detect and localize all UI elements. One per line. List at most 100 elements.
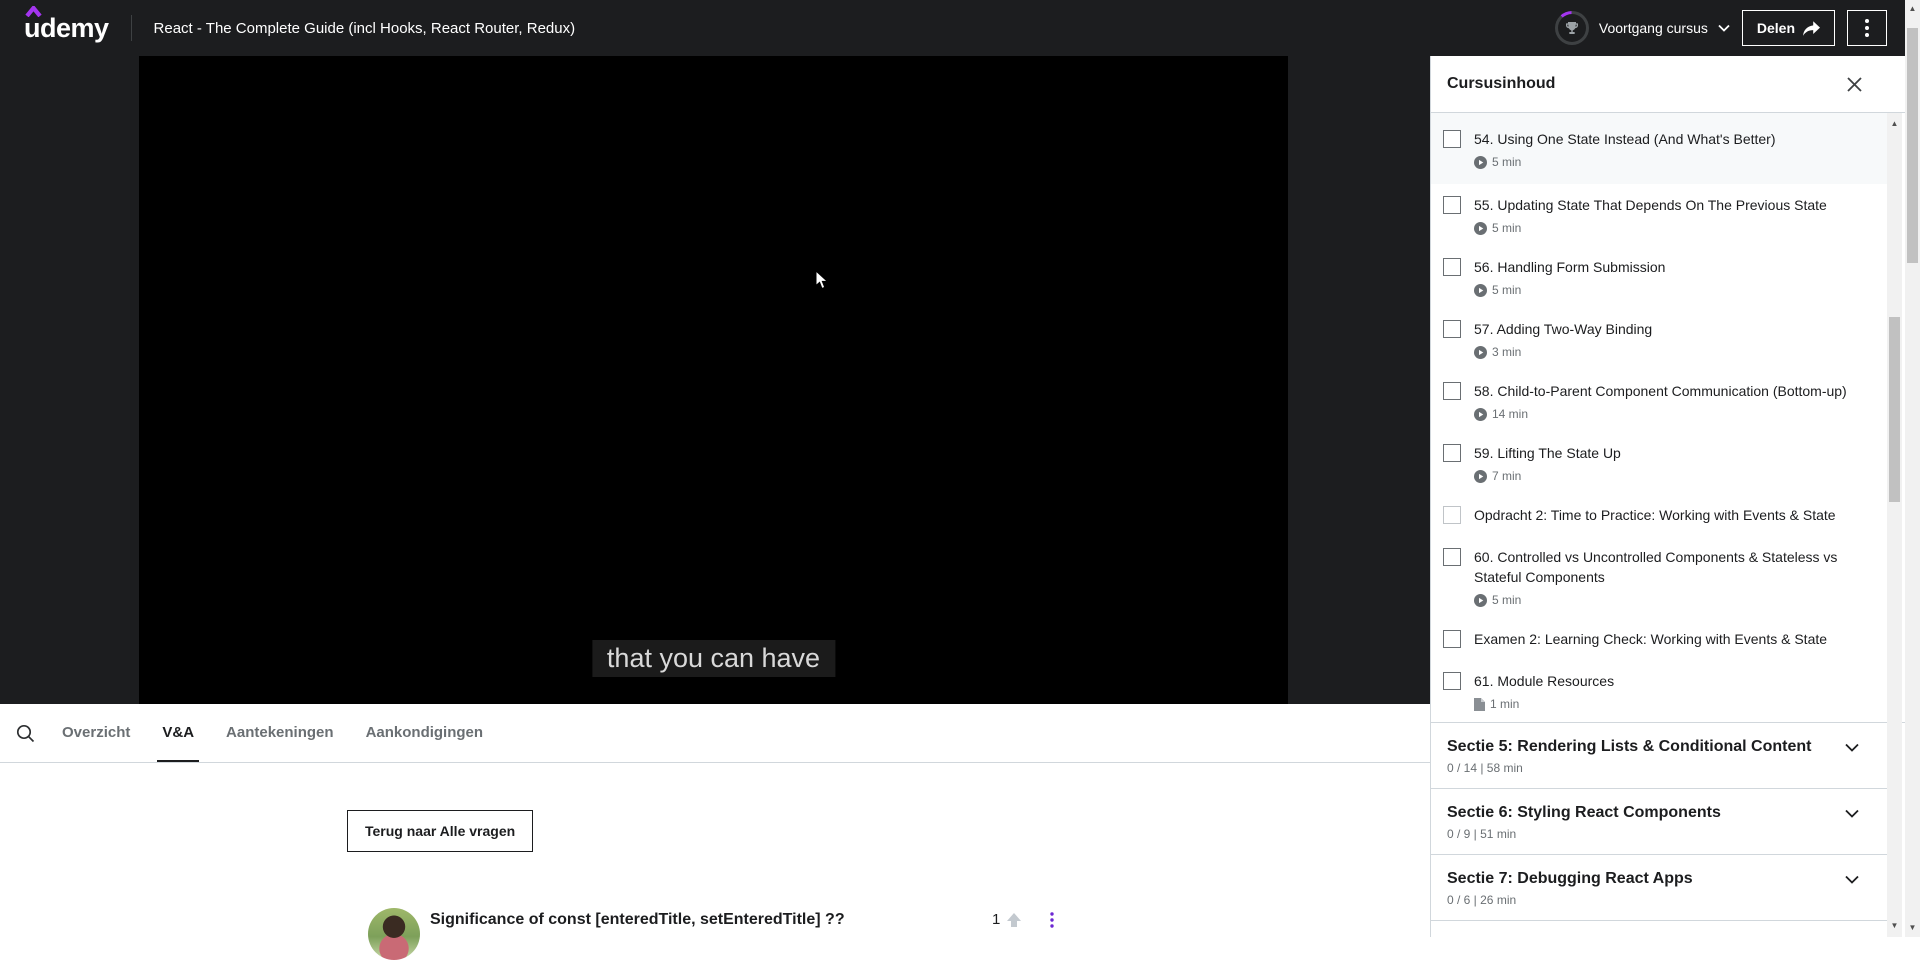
lecture-checkbox[interactable] [1443,630,1461,648]
udemy-logo[interactable]: udemy [24,15,109,42]
document-icon [1474,698,1485,711]
section-title: Sectie 5: Rendering Lists & Conditional … [1447,736,1847,758]
question-author-avatar [368,908,420,960]
page-scrollbar[interactable]: ▲ ▼ [1905,0,1920,937]
lecture-duration: 1 min [1474,697,1867,711]
lecture-duration: 3 min [1474,345,1867,359]
share-button-label: Delen [1757,20,1795,36]
close-icon [1846,76,1863,93]
lecture-row[interactable]: 55. Updating State That Depends On The P… [1431,184,1887,246]
course-progress-dropdown[interactable]: Voortgang cursus [1555,11,1730,45]
tab[interactable]: Aankondigingen [361,704,489,762]
lecture-duration-text: 7 min [1492,469,1521,483]
lecture-checkbox[interactable] [1443,320,1461,338]
trophy-icon [1564,20,1580,36]
lecture-title: 57. Adding Two-Way Binding [1474,319,1867,339]
upvote-icon[interactable] [1006,912,1022,928]
sidebar-scrollbar[interactable]: ▲ ▼ [1887,113,1902,937]
tab[interactable]: V&A [157,704,199,762]
lecture-duration-text: 5 min [1492,221,1521,235]
sidebar-scrollbar-thumb[interactable] [1889,317,1900,502]
page-scroll-up-arrow[interactable]: ▲ [1905,2,1920,16]
lecture-checkbox[interactable] [1443,258,1461,276]
lecture-row[interactable]: 59. Lifting The State Up 7 min [1431,432,1887,494]
section-header[interactable]: Sectie 5: Rendering Lists & Conditional … [1431,723,1887,789]
section-title: Sectie 7: Debugging React Apps [1447,868,1847,890]
lecture-row[interactable]: 54. Using One State Instead (And What's … [1431,113,1887,184]
lecture-checkbox[interactable] [1443,444,1461,462]
sidebar-scroll-down-arrow[interactable]: ▼ [1887,919,1902,933]
progress-label: Voortgang cursus [1599,20,1708,36]
lecture-duration: 14 min [1474,407,1867,421]
page-scrollbar-thumb[interactable] [1907,28,1918,263]
tab-label: Overzicht [62,724,130,741]
tab[interactable]: Aantekeningen [221,704,339,762]
lecture-duration-text: 1 min [1490,697,1519,711]
lecture-row[interactable]: Opdracht 2: Time to Practice: Working wi… [1431,494,1887,536]
lecture-checkbox[interactable] [1443,506,1461,524]
section-chevron-down-icon [1845,809,1859,818]
progress-ring [1555,11,1589,45]
lecture-checkbox[interactable] [1443,130,1461,148]
kebab-icon [1865,19,1869,37]
lecture-title: 61. Module Resources [1474,671,1867,691]
share-button[interactable]: Delen [1742,10,1835,46]
search-button[interactable] [16,704,35,762]
back-to-all-questions-button[interactable]: Terug naar Alle vragen [347,810,533,852]
mouse-cursor [815,270,829,290]
section-header[interactable]: Sectie 6: Styling React Components 0 / 9… [1431,789,1887,855]
lecture-duration-text: 3 min [1492,345,1521,359]
lecture-row[interactable]: 58. Child-to-Parent Component Communicat… [1431,370,1887,432]
lecture-row[interactable]: 56. Handling Form Submission 5 min [1431,246,1887,308]
search-icon [16,724,35,743]
sidebar-close-button[interactable] [1846,76,1863,93]
play-circle-icon [1474,222,1487,235]
play-circle-icon [1474,346,1487,359]
sidebar-title: Cursusinhoud [1447,75,1555,93]
lecture-duration: 5 min [1474,593,1867,607]
chevron-down-icon [1718,24,1730,32]
lecture-title: 55. Updating State That Depends On The P… [1474,195,1867,215]
lecture-row[interactable]: Examen 2: Learning Check: Working with E… [1431,618,1887,660]
section-chevron-down-icon [1845,743,1859,752]
lecture-title: 58. Child-to-Parent Component Communicat… [1474,381,1867,401]
question-kebab-icon [1050,912,1054,928]
lecture-duration-text: 5 min [1492,593,1521,607]
tab-label: V&A [162,724,194,741]
tab[interactable]: Overzicht [57,704,135,762]
course-content-sidebar: Cursusinhoud 54. Using One State Instead… [1430,56,1905,937]
play-circle-icon [1474,284,1487,297]
page-scroll-down-arrow[interactable]: ▼ [1905,921,1920,935]
play-circle-icon [1474,156,1487,169]
lecture-row[interactable]: 60. Controlled vs Uncontrolled Component… [1431,536,1887,618]
section-header[interactable]: Sectie 7: Debugging React Apps 0 / 6 | 2… [1431,855,1887,921]
lecture-checkbox[interactable] [1443,672,1461,690]
question-kebab-menu-button[interactable] [1040,908,1064,932]
lecture-duration: 7 min [1474,469,1867,483]
section-meta: 0 / 9 | 51 min [1447,827,1847,841]
question-title[interactable]: Significance of const [enteredTitle, set… [430,911,845,960]
section-title: Sectie 6: Styling React Components [1447,802,1847,824]
lecture-row[interactable]: 57. Adding Two-Way Binding 3 min [1431,308,1887,370]
lecture-checkbox[interactable] [1443,196,1461,214]
course-title: React - The Complete Guide (incl Hooks, … [154,20,576,37]
upvote-count: 1 [992,911,1000,928]
udemy-caret-icon [25,6,42,17]
lecture-checkbox[interactable] [1443,548,1461,566]
lecture-row[interactable]: 61. Module Resources 1 min [1431,660,1887,722]
tab-label: Aankondigingen [366,724,484,741]
app-header: udemy React - The Complete Guide (incl H… [0,0,1905,56]
section-chevron-down-icon [1845,875,1859,884]
header-kebab-menu-button[interactable] [1847,10,1887,46]
lecture-title: 59. Lifting The State Up [1474,443,1867,463]
play-circle-icon [1474,594,1487,607]
video-player-region: that you can have [0,56,1430,704]
section-meta: 0 / 14 | 58 min [1447,761,1847,775]
video-screen[interactable]: that you can have [139,56,1288,704]
lecture-checkbox[interactable] [1443,382,1461,400]
question-votes: 1 [992,911,1022,928]
lecture-title: Examen 2: Learning Check: Working with E… [1474,629,1867,649]
lecture-duration: 5 min [1474,283,1867,297]
sidebar-scroll-up-arrow[interactable]: ▲ [1887,117,1902,131]
section-meta: 0 / 6 | 26 min [1447,893,1847,907]
